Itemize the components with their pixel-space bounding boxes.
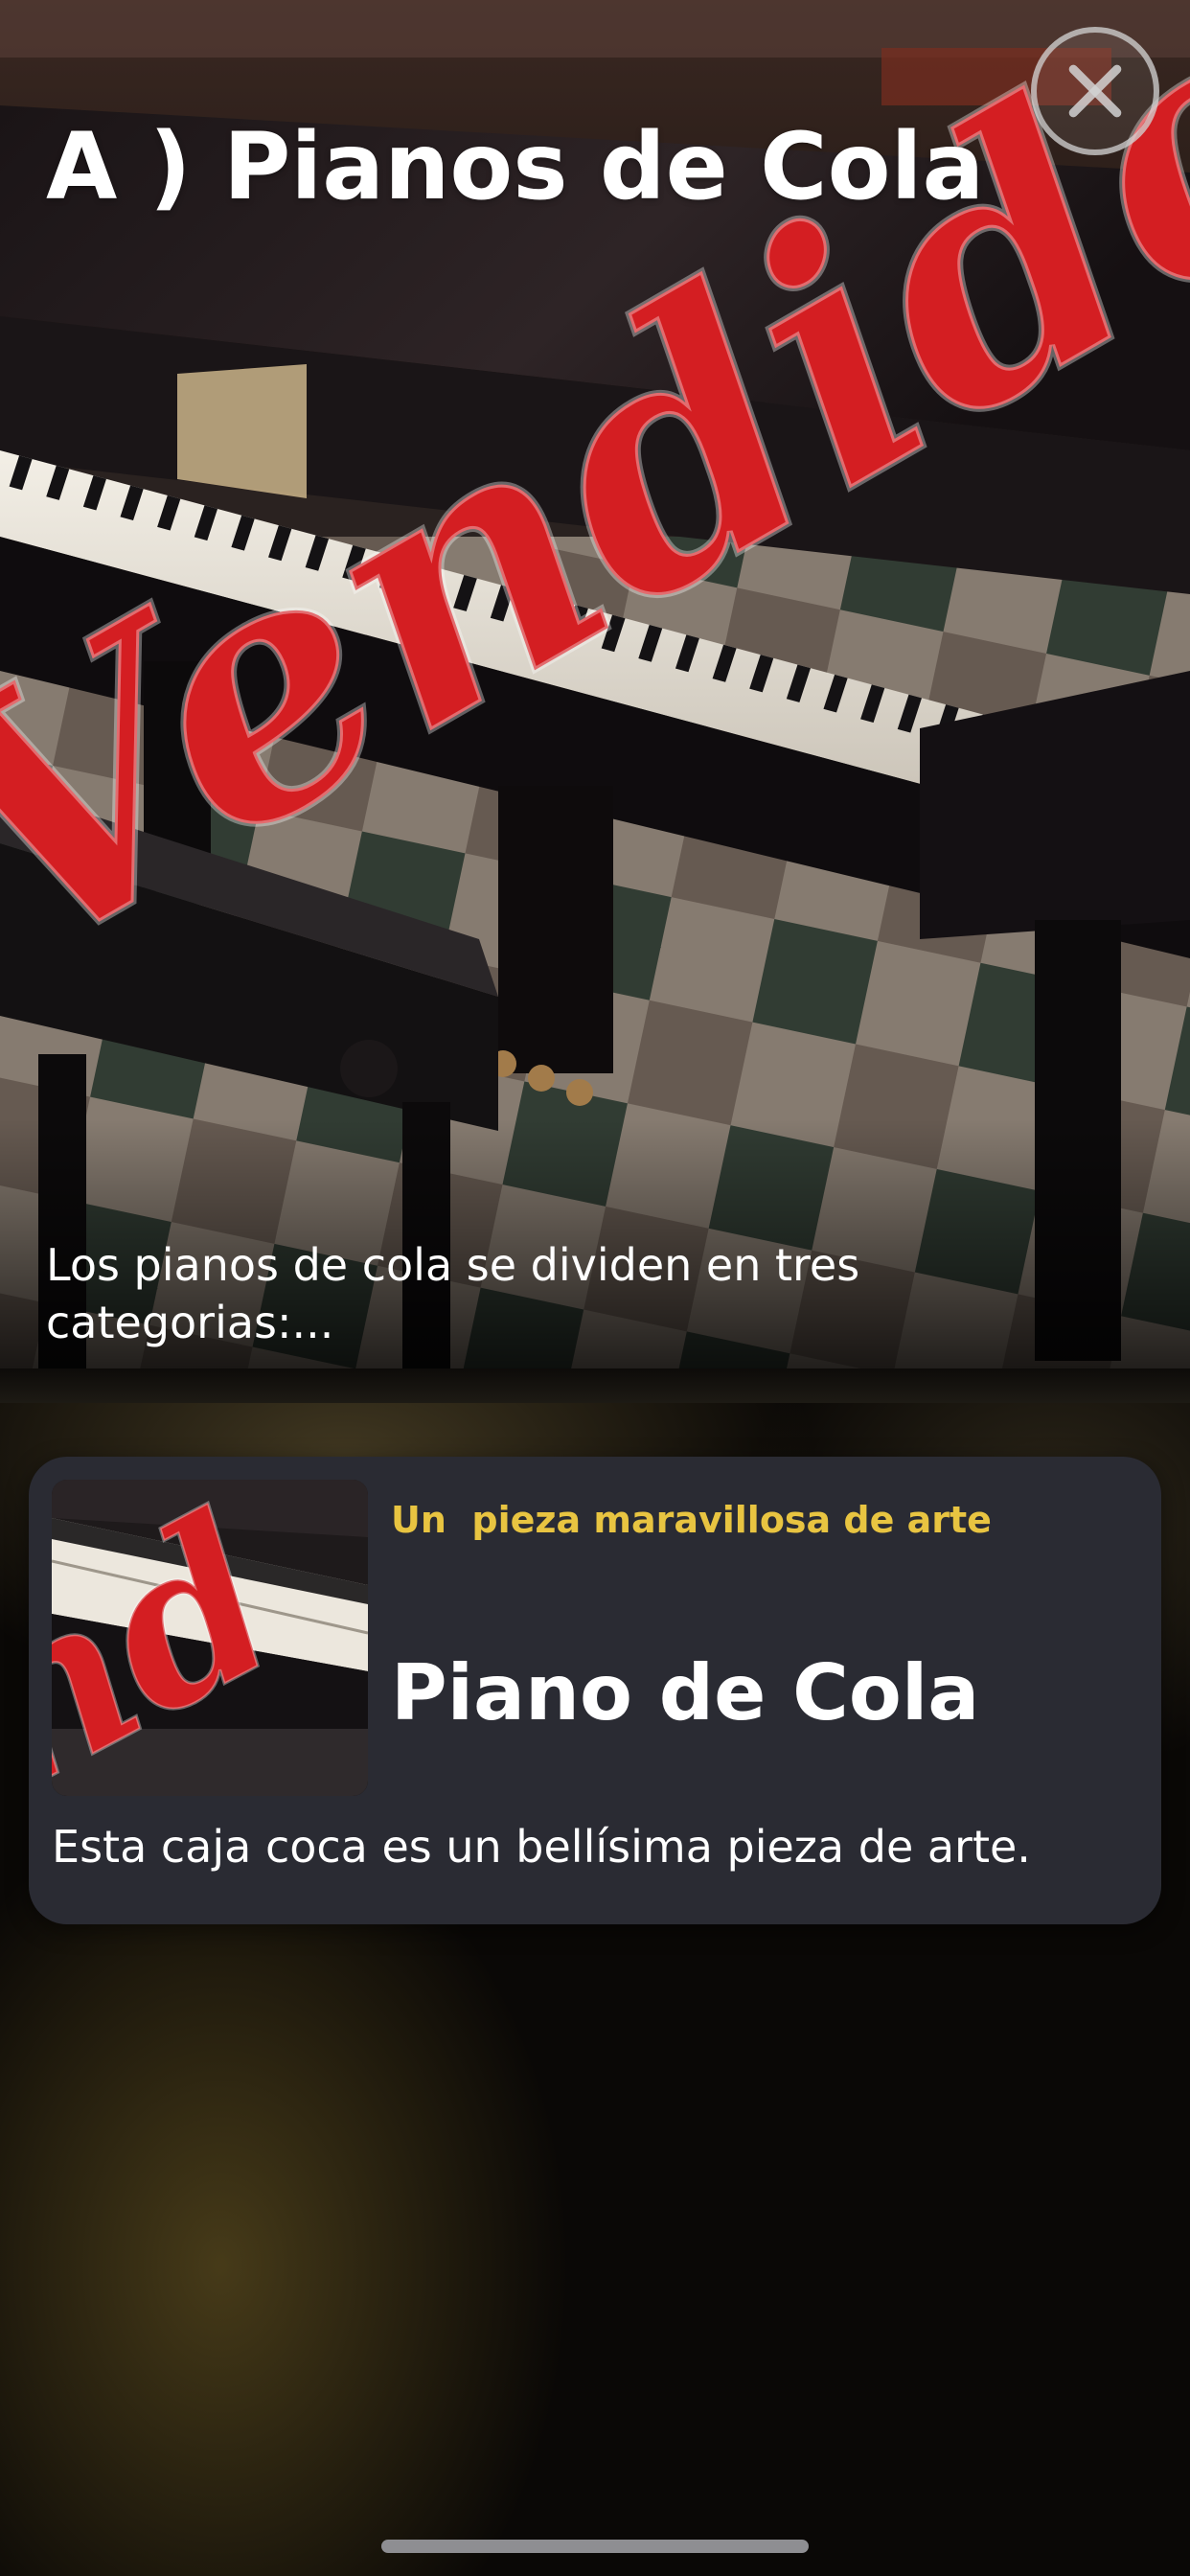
card-tagline: Un pieza maravillosa de arte xyxy=(391,1499,992,1541)
item-card[interactable]: nd Un pieza maravillosa de arte Piano de… xyxy=(29,1457,1161,1924)
page-title: A ) Pianos de Cola xyxy=(46,113,985,220)
card-title: Piano de Cola xyxy=(391,1648,980,1737)
hero-description: Los pianos de cola se dividen en tres ca… xyxy=(46,1239,860,1348)
card-description: Esta caja coca es un bellísima pieza de … xyxy=(52,1821,1031,1873)
card-thumbnail: nd xyxy=(52,1480,368,1796)
hero-section: Vendido A ) Pianos de Cola Los pianos de… xyxy=(0,0,1190,1368)
home-indicator[interactable] xyxy=(381,2540,809,2553)
close-icon xyxy=(1068,64,1122,118)
close-button[interactable] xyxy=(1031,27,1159,155)
screen: Vendido A ) Pianos de Cola Los pianos de… xyxy=(0,0,1190,2576)
divider xyxy=(0,1368,1190,1403)
grand-piano-thumbnail: nd xyxy=(52,1480,368,1796)
